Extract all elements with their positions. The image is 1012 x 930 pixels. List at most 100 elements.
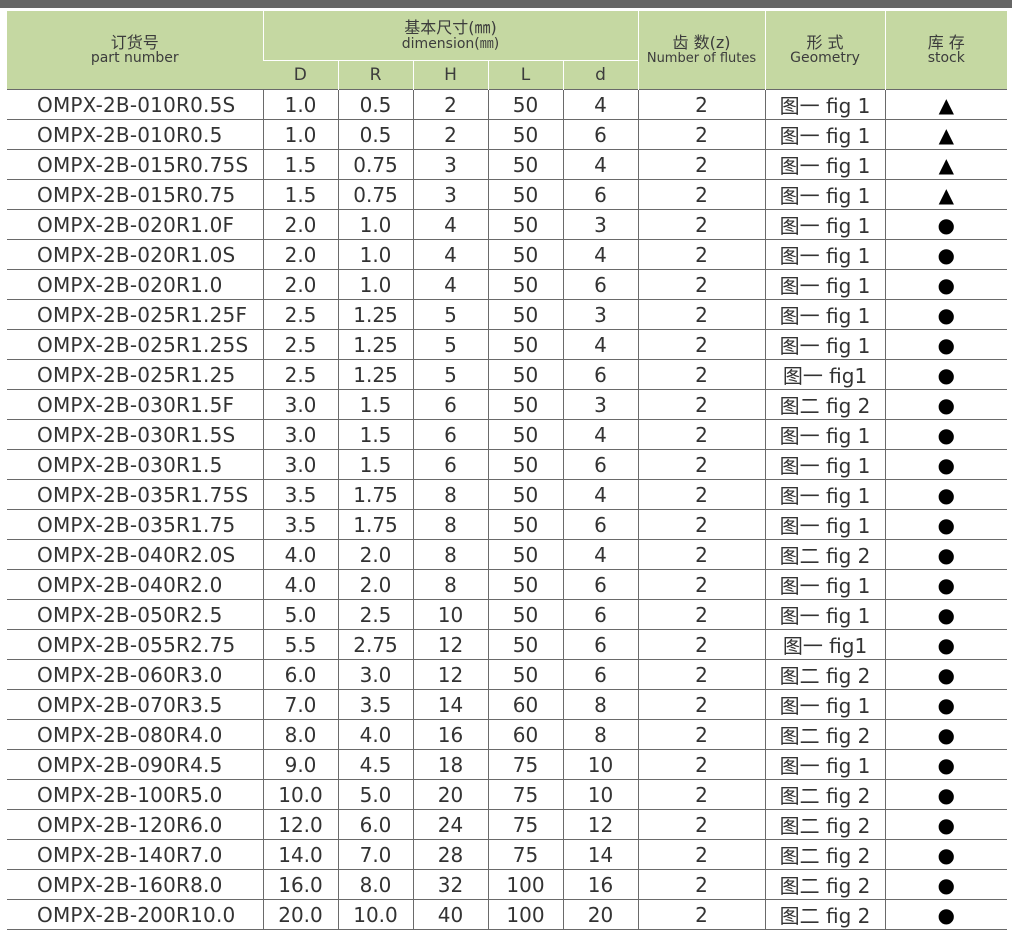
overall-length-cell: 100 [488, 899, 564, 930]
geometry-cell: 图一 fig 1 [765, 509, 886, 540]
stock-cell: ● [885, 389, 1008, 420]
table-body: OMPX-2B-010R0.5S 1.0 0.5 2 50 4 2 图一 fig 1 ▲ OMPX… [7, 89, 1008, 930]
product-spec-table: 订货号 part number 基本尺寸(㎜) dimension(㎜) 齿 数… [7, 11, 1008, 930]
part-number-cell: OMPX-2B-120R6.0 [7, 809, 264, 840]
radius-cell: 4.5 [338, 749, 414, 780]
radius-cell: 1.5 [338, 449, 414, 480]
part-number-cell: OMPX-2B-140R7.0 [7, 839, 264, 870]
flutes-cell: 2 [638, 329, 766, 360]
part-number-cell: OMPX-2B-025R1.25 [7, 359, 264, 390]
radius-cell: 1.25 [338, 359, 414, 390]
geometry-cell: 图一 fig 1 [765, 89, 886, 120]
flutes-cell: 2 [638, 299, 766, 330]
diameter-cell: 1.0 [263, 89, 339, 120]
radius-cell: 2.75 [338, 629, 414, 660]
flute-length-cell: 40 [413, 899, 489, 930]
part-number-cell: OMPX-2B-200R10.0 [7, 899, 264, 930]
header-flutes: 齿 数(z) Number of flutes [637, 11, 766, 90]
table-row: OMPX-2B-090R4.5 9.0 4.5 18 75 10 2 图一 fig 1 ● [7, 749, 1008, 780]
flute-length-cell: 10 [413, 599, 489, 630]
stock-cell: ● [885, 659, 1008, 690]
geometry-cell: 图一 fig 1 [765, 449, 886, 480]
overall-length-cell: 75 [488, 809, 564, 840]
radius-cell: 1.25 [338, 329, 414, 360]
radius-cell: 3.5 [338, 689, 414, 720]
part-number-cell: OMPX-2B-015R0.75S [7, 149, 264, 180]
geometry-cell: 图二 fig 2 [765, 869, 886, 900]
radius-cell: 8.0 [338, 869, 414, 900]
radius-cell: 1.5 [338, 389, 414, 420]
stock-cell: ● [885, 749, 1008, 780]
table-row: OMPX-2B-035R1.75S 3.5 1.75 8 50 4 2 图一 fig 1 ● [7, 479, 1008, 510]
geometry-cell: 图二 fig 2 [765, 839, 886, 870]
stock-cell: ● [885, 569, 1008, 600]
geometry-cell: 图一 fig 1 [765, 209, 886, 240]
table-row: OMPX-2B-030R1.5F 3.0 1.5 6 50 3 2 图二 fig 2 ● [7, 389, 1008, 420]
diameter-cell: 1.5 [263, 179, 339, 210]
part-number-cell: OMPX-2B-030R1.5 [7, 449, 264, 480]
geometry-cell: 图一 fig 1 [765, 269, 886, 300]
stock-cell: ● [885, 419, 1008, 450]
stock-cell: ● [885, 779, 1008, 810]
flutes-cell: 2 [638, 719, 766, 750]
table-row: OMPX-2B-060R3.0 6.0 3.0 12 50 6 2 图二 fig 2 ● [7, 659, 1008, 690]
flute-length-cell: 16 [413, 719, 489, 750]
part-number-cell: OMPX-2B-030R1.5F [7, 389, 264, 420]
table-row: OMPX-2B-035R1.75 3.5 1.75 8 50 6 2 图一 fig 1 ● [7, 509, 1008, 540]
flutes-cell: 2 [638, 149, 766, 180]
table-row: OMPX-2B-020R1.0S 2.0 1.0 4 50 4 2 图一 fig 1 ● [7, 239, 1008, 270]
geometry-cell: 图二 fig 2 [765, 659, 886, 690]
radius-cell: 2.0 [338, 539, 414, 570]
flute-length-cell: 32 [413, 869, 489, 900]
stock-cell: ● [885, 239, 1008, 270]
table-row: OMPX-2B-010R0.5S 1.0 0.5 2 50 4 2 图一 fig 1 ▲ [7, 89, 1008, 120]
shank-diameter-cell: 16 [563, 869, 639, 900]
table-row: OMPX-2B-030R1.5S 3.0 1.5 6 50 4 2 图一 fig 1 ● [7, 419, 1008, 450]
radius-cell: 6.0 [338, 809, 414, 840]
table-row: OMPX-2B-070R3.5 7.0 3.5 14 60 8 2 图一 fig 1 ● [7, 689, 1008, 720]
overall-length-cell: 75 [488, 839, 564, 870]
overall-length-cell: 50 [488, 629, 564, 660]
stock-cell: ● [885, 539, 1008, 570]
radius-cell: 7.0 [338, 839, 414, 870]
shank-diameter-cell: 6 [563, 449, 639, 480]
radius-cell: 0.75 [338, 149, 414, 180]
radius-cell: 2.5 [338, 599, 414, 630]
geometry-cell: 图二 fig 2 [765, 779, 886, 810]
table-row: OMPX-2B-055R2.75 5.5 2.75 12 50 6 2 图一 fig1 ● [7, 629, 1008, 660]
radius-cell: 0.5 [338, 89, 414, 120]
radius-cell: 1.75 [338, 509, 414, 540]
flutes-cell: 2 [638, 479, 766, 510]
diameter-cell: 20.0 [263, 899, 339, 930]
stock-cell: ▲ [885, 149, 1008, 180]
header-dim-d: d [562, 60, 639, 90]
flute-length-cell: 3 [413, 149, 489, 180]
flutes-cell: 2 [638, 869, 766, 900]
diameter-cell: 16.0 [263, 869, 339, 900]
flutes-cell: 2 [638, 179, 766, 210]
flutes-cell: 2 [638, 509, 766, 540]
overall-length-cell: 75 [488, 749, 564, 780]
overall-length-cell: 50 [488, 569, 564, 600]
shank-diameter-cell: 4 [563, 479, 639, 510]
overall-length-cell: 50 [488, 599, 564, 630]
part-number-cell: OMPX-2B-010R0.5S [7, 89, 264, 120]
stock-cell: ● [885, 269, 1008, 300]
diameter-cell: 1.5 [263, 149, 339, 180]
stock-cell: ▲ [885, 89, 1008, 120]
overall-length-cell: 50 [488, 149, 564, 180]
geometry-cell: 图一 fig 1 [765, 599, 886, 630]
radius-cell: 4.0 [338, 719, 414, 750]
table-row: OMPX-2B-040R2.0S 4.0 2.0 8 50 4 2 图二 fig 2 ● [7, 539, 1008, 570]
part-number-cell: OMPX-2B-160R8.0 [7, 869, 264, 900]
shank-diameter-cell: 6 [563, 569, 639, 600]
shank-diameter-cell: 6 [563, 119, 639, 150]
flutes-cell: 2 [638, 359, 766, 390]
flute-length-cell: 5 [413, 329, 489, 360]
header-dim-D: D [263, 60, 338, 90]
stock-cell: ● [885, 509, 1008, 540]
diameter-cell: 10.0 [263, 779, 339, 810]
geometry-cell: 图一 fig 1 [765, 419, 886, 450]
part-number-cell: OMPX-2B-020R1.0S [7, 239, 264, 270]
radius-cell: 0.5 [338, 119, 414, 150]
